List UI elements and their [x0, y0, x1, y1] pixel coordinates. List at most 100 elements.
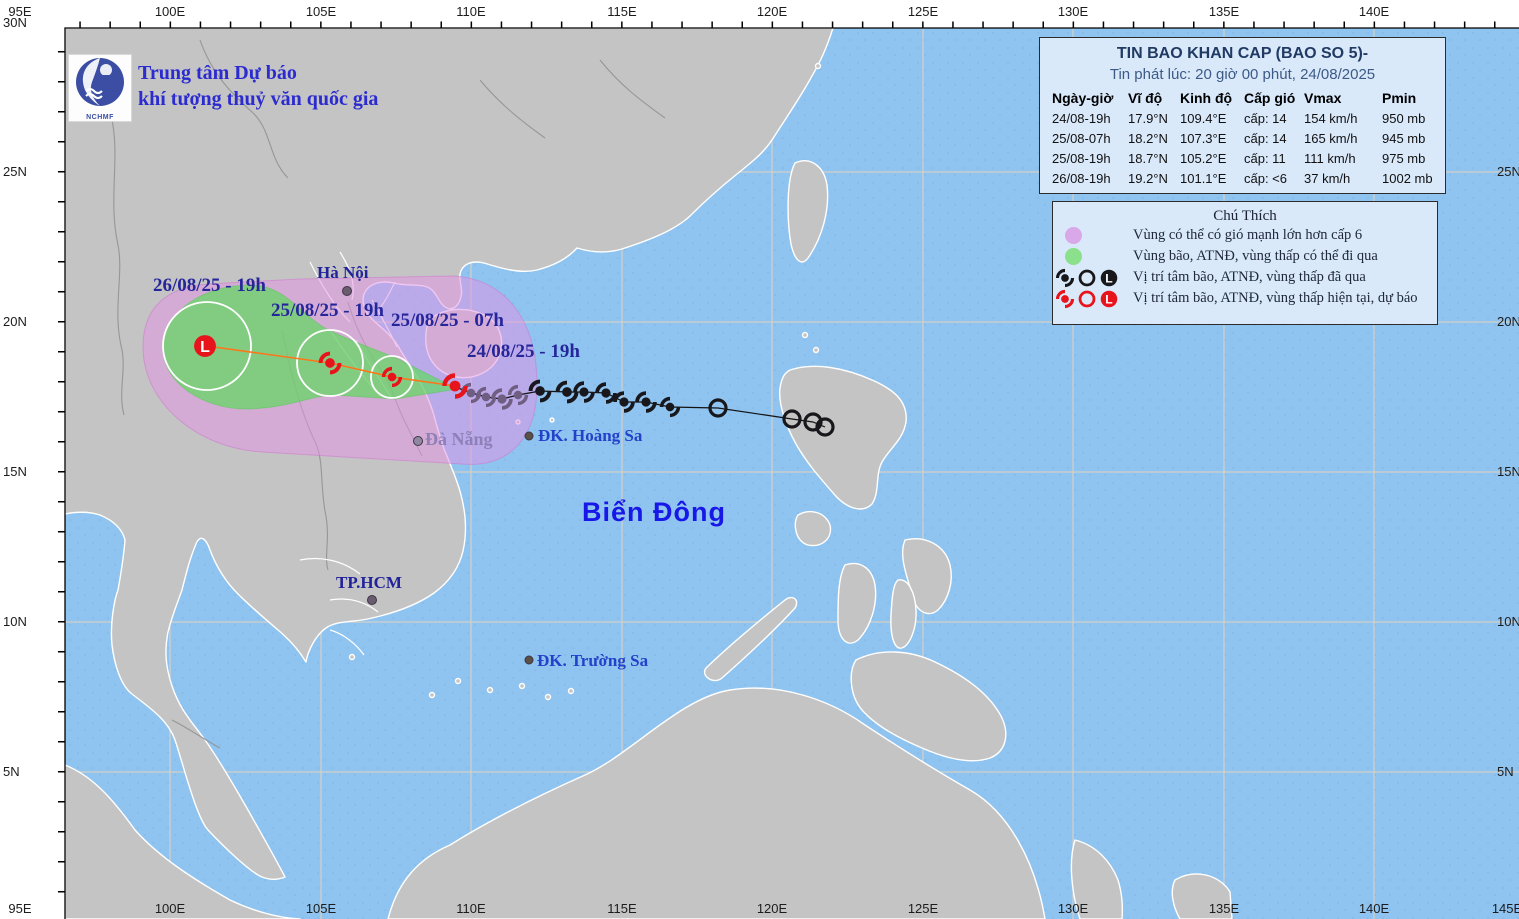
table-cell: 107.3°E: [1180, 131, 1227, 146]
legend-panel: Chú Thích Vùng có thể có gió mạnh lớn hơ…: [1052, 201, 1438, 325]
axis-label: 135E: [1208, 901, 1240, 916]
axis-label: 120E: [756, 4, 788, 19]
table-cell: cấp: <6: [1244, 171, 1288, 186]
depression-circle-icon: [1078, 290, 1096, 307]
axis-label: 95E: [8, 901, 32, 916]
legend-item-label: Vị trí tâm bão, ATNĐ, vùng thấp đã qua: [1133, 269, 1366, 285]
column-header: Ngày-giờ: [1052, 90, 1114, 106]
table-cell: 25/08-07h: [1052, 131, 1111, 146]
table-cell: 975 mb: [1382, 151, 1426, 166]
axis-label: 25N: [3, 164, 27, 179]
table-cell: 1002 mb: [1382, 171, 1433, 186]
danang-dot: [413, 436, 423, 446]
track-time-label: 26/08/25 - 19h: [153, 275, 266, 296]
axis-label: 115E: [607, 901, 637, 916]
track-time-label: 24/08/25 - 19h: [467, 341, 580, 362]
legend-item-past-position: Vị trí tâm bão, ATNĐ, vùng thấp đã qua: [1053, 267, 1437, 288]
axis-label: 30N: [3, 15, 27, 30]
axis-label: 125E: [907, 4, 939, 19]
axis-label: 15N: [3, 464, 27, 479]
axis-label: 125E: [907, 901, 939, 916]
station-label-truongsa: ĐK. Trường Sa: [537, 651, 649, 670]
legend-item-current-forecast: Vị trí tâm bão, ATNĐ, vùng thấp hiện tại…: [1053, 288, 1437, 309]
table-cell: 25/08-19h: [1052, 151, 1111, 166]
table-cell: 26/08-19h: [1052, 171, 1111, 186]
hanoi-dot: [342, 286, 352, 296]
bulletin-title: TIN BAO KHAN CAP (BAO SO 5)-: [1116, 45, 1369, 62]
truongsa-dot: [524, 655, 534, 665]
org-name-line2: khí tượng thuỷ văn quốc gia: [138, 88, 379, 110]
axis-label: 5N: [1497, 764, 1514, 779]
table-cell: 165 km/h: [1304, 131, 1358, 146]
nchmf-logo-icon: [76, 58, 124, 106]
table-cell: 154 km/h: [1304, 111, 1358, 126]
storm-bulletin-panel: TIN BAO KHAN CAP (BAO SO 5)- Tin phát lú…: [1039, 37, 1446, 194]
table-cell: cấp: 14: [1244, 131, 1287, 146]
table-cell: 17.9°N: [1128, 111, 1168, 126]
axis-label: 5N: [3, 764, 20, 779]
axis-label: 130E: [1057, 4, 1089, 19]
axis-label: 135E: [1208, 4, 1240, 19]
axis-label: 10N: [3, 614, 27, 629]
depression-circle-icon: [1078, 269, 1096, 286]
table-cell: 37 km/h: [1304, 171, 1351, 186]
table-cell: 18.7°N: [1128, 151, 1168, 166]
nchmf-logo: NCHMF: [68, 54, 132, 122]
axis-label: 100E: [154, 4, 186, 19]
low-pressure-icon: [1100, 269, 1118, 286]
hcm-dot: [367, 595, 377, 605]
bulletin-issued-time: Tin phát lúc: 20 giờ 00 phút, 24/08/2025: [1109, 66, 1376, 83]
table-cell: 18.2°N: [1128, 131, 1168, 146]
station-label-hoangsa: ĐK. Hoàng Sa: [538, 426, 643, 445]
table-cell: 111 km/h: [1304, 151, 1356, 166]
axis-label: 25N: [1497, 164, 1519, 179]
typhoon-icon: [1055, 268, 1075, 287]
table-cell: cấp: 11: [1244, 151, 1286, 166]
axis-label: 145E: [1491, 901, 1519, 916]
typhoon-icon: [1055, 289, 1075, 308]
forecast-table: Ngày-giờ Vĩ độ Kinh độ Cấp gió Vmax Pmin…: [1052, 90, 1439, 186]
legend-item-label: Vị trí tâm bão, ATNĐ, vùng thấp hiện tại…: [1133, 290, 1418, 306]
city-label-danang: Đà Nẵng: [425, 429, 493, 449]
axis-label: 100E: [154, 901, 186, 916]
column-header: Pmin: [1382, 90, 1417, 106]
axis-label: 105E: [305, 901, 337, 916]
storm-warning-map-screen: L: [0, 0, 1519, 919]
purple-area-icon: [1065, 227, 1082, 244]
axis-label: 105E: [305, 4, 337, 19]
legend-title: Chú Thích: [1213, 208, 1277, 224]
sea-name-label: Biển Đông: [582, 497, 726, 527]
table-cell: 19.2°N: [1128, 171, 1168, 186]
green-area-icon: [1065, 248, 1082, 265]
axis-label: 130E: [1057, 901, 1089, 916]
axis-label: 15N: [1497, 464, 1519, 479]
table-cell: cấp: 14: [1244, 111, 1287, 126]
axis-label: 10N: [1497, 614, 1519, 629]
column-header: Kinh độ: [1180, 90, 1233, 106]
axis-label: 20N: [1497, 314, 1519, 329]
column-header: Cấp gió: [1244, 90, 1296, 106]
axis-label: 110E: [456, 901, 486, 916]
hoangsa-dot: [524, 431, 534, 441]
org-name-line1: Trung tâm Dự báo: [138, 62, 297, 84]
column-header: Vmax: [1304, 90, 1342, 106]
nchmf-logo-caption: NCHMF: [86, 114, 114, 121]
city-label-hanoi: Hà Nội: [317, 263, 369, 282]
table-cell: 945 mb: [1382, 131, 1426, 146]
track-time-label: 25/08/25 - 19h: [271, 300, 384, 321]
legend-item-label: Vùng bão, ATNĐ, vùng thấp có thể đi qua: [1133, 248, 1378, 264]
legend-item-label: Vùng có thể có gió mạnh lớn hơn cấp 6: [1133, 227, 1363, 243]
legend-item-pass-area: Vùng bão, ATNĐ, vùng thấp có thể đi qua: [1053, 246, 1437, 267]
low-pressure-icon: [1100, 290, 1118, 307]
table-cell: 101.1°E: [1180, 171, 1227, 186]
track-time-label: 25/08/25 - 07h: [391, 310, 504, 331]
legend-item-wind-area: Vùng có thể có gió mạnh lớn hơn cấp 6: [1053, 225, 1437, 246]
table-cell: 24/08-19h: [1052, 111, 1111, 126]
axis-label: 115E: [607, 4, 637, 19]
axis-label: 20N: [3, 314, 27, 329]
axis-label: 120E: [756, 901, 788, 916]
table-cell: 109.4°E: [1180, 111, 1227, 126]
table-cell: 950 mb: [1382, 111, 1426, 126]
column-header: Vĩ độ: [1128, 90, 1163, 106]
table-cell: 105.2°E: [1180, 151, 1227, 166]
